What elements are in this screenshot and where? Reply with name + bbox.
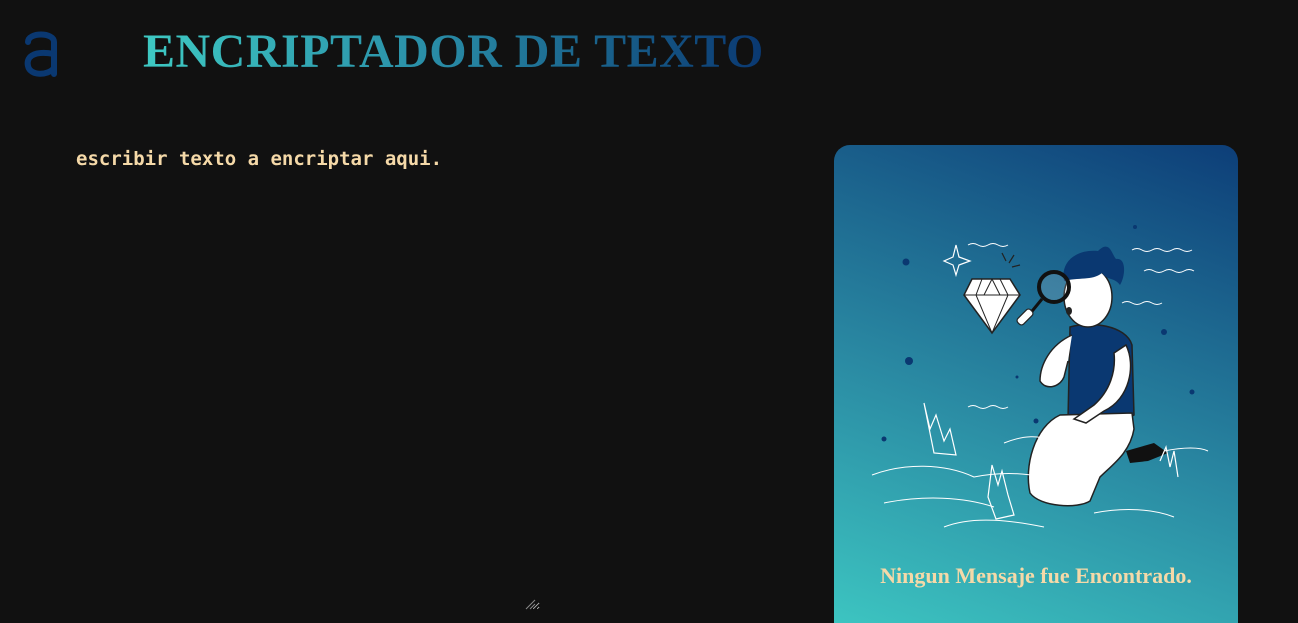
output-panel: Ningun Mensaje fue Encontrado.: [834, 145, 1238, 623]
text-input[interactable]: [72, 145, 540, 610]
alura-logo-icon: [24, 31, 57, 77]
page-title: ENCRIPTADOR DE TEXTO: [143, 25, 764, 78]
person-magnifier-illustration: [871, 225, 1209, 528]
empty-message: Ningun Mensaje fue Encontrado.: [880, 563, 1192, 588]
page: ENCRIPTADOR DE TEXTO escribir texto a en…: [0, 0, 1298, 623]
resize-grip-icon[interactable]: [524, 598, 536, 610]
